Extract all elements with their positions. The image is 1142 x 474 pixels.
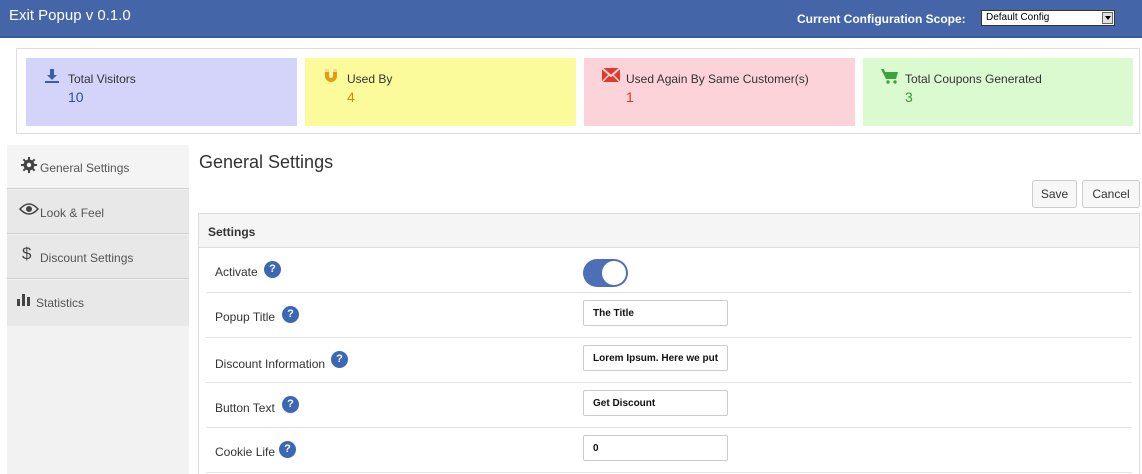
- cookie-life-input[interactable]: [583, 435, 728, 461]
- stat-card-coupons: Total Coupons Generated 3: [863, 58, 1133, 126]
- sidebar-item-label: Discount Settings: [40, 251, 134, 265]
- sidebar-item-discount-settings[interactable]: $ Discount Settings: [7, 235, 189, 279]
- sidebar-item-label: General Settings: [40, 161, 130, 175]
- envelope-icon: [601, 67, 621, 86]
- stat-label: Used Again By Same Customer(s): [626, 72, 809, 86]
- row-activate: Activate ?: [206, 248, 1132, 293]
- magnet-icon: [323, 68, 339, 88]
- scope-label: Current Configuration Scope:: [797, 12, 966, 26]
- discount-information-label: Discount Information: [215, 357, 326, 371]
- button-text-label: Button Text: [215, 401, 275, 415]
- cancel-button[interactable]: Cancel: [1082, 180, 1140, 208]
- gear-icon: [21, 157, 37, 177]
- dollar-icon: $: [22, 244, 32, 263]
- row-cookie-life: Cookie Life ?: [206, 428, 1132, 473]
- scope-select-value: Default Config: [986, 12, 1050, 23]
- help-icon[interactable]: ?: [282, 306, 299, 323]
- eye-icon: [18, 202, 40, 220]
- stat-value: 1: [626, 89, 634, 105]
- page-title: General Settings: [199, 152, 334, 172]
- stat-value: 4: [347, 89, 355, 105]
- help-icon[interactable]: ?: [279, 441, 296, 458]
- stat-card-used-again: Used Again By Same Customer(s) 1: [584, 58, 855, 126]
- discount-information-input[interactable]: [583, 345, 728, 371]
- download-icon: [44, 68, 60, 88]
- row-popup-title: Popup Title ?: [206, 293, 1132, 338]
- sidebar-item-general-settings[interactable]: General Settings: [7, 145, 189, 189]
- bar-chart-icon: [16, 292, 32, 310]
- help-icon[interactable]: ?: [264, 261, 281, 278]
- popup-title-label: Popup Title: [215, 310, 276, 324]
- popup-title-input[interactable]: [583, 300, 728, 326]
- help-icon[interactable]: ?: [282, 396, 299, 413]
- stat-label: Total Visitors: [68, 72, 136, 86]
- sidebar-item-label: Statistics: [36, 296, 85, 310]
- app-title: Exit Popup v 0.1.0: [9, 7, 131, 24]
- top-bar: Exit Popup v 0.1.0 Current Configuration…: [0, 0, 1142, 38]
- stat-label: Used By: [347, 72, 393, 86]
- sidebar-item-label: Look & Feel: [40, 206, 105, 220]
- stat-value: 3: [905, 89, 913, 105]
- row-button-text: Button Text ?: [206, 383, 1132, 428]
- save-button[interactable]: Save: [1032, 180, 1077, 208]
- stat-card-total-visitors: Total Visitors 10: [26, 58, 297, 126]
- row-discount-information: Discount Information ?: [206, 338, 1132, 383]
- help-icon[interactable]: ?: [331, 351, 348, 368]
- settings-panel-header: Settings: [199, 214, 1139, 248]
- stat-card-used-by: Used By 4: [305, 58, 576, 126]
- settings-panel: Settings Activate ? Popup Title ? Discou…: [198, 213, 1140, 474]
- scope-select[interactable]: Default Config: [981, 10, 1115, 26]
- stats-panel: Total Visitors 10 Used By 4 Used Again B…: [16, 48, 1140, 134]
- sidebar: General Settings Look & Feel $ Discount …: [7, 145, 189, 474]
- chevron-down-icon[interactable]: [1102, 12, 1113, 24]
- stat-value: 10: [68, 89, 84, 105]
- activate-toggle[interactable]: [583, 259, 628, 287]
- cookie-life-label: Cookie Life: [215, 445, 276, 459]
- activate-label: Activate: [215, 265, 258, 279]
- sidebar-item-statistics[interactable]: Statistics: [7, 280, 189, 326]
- settings-panel-title: Settings: [208, 225, 256, 239]
- button-text-input[interactable]: [583, 390, 728, 416]
- stat-label: Total Coupons Generated: [905, 72, 1042, 86]
- cart-icon: [881, 68, 899, 88]
- sidebar-item-look-feel[interactable]: Look & Feel: [7, 190, 189, 234]
- toggle-knob: [602, 261, 626, 285]
